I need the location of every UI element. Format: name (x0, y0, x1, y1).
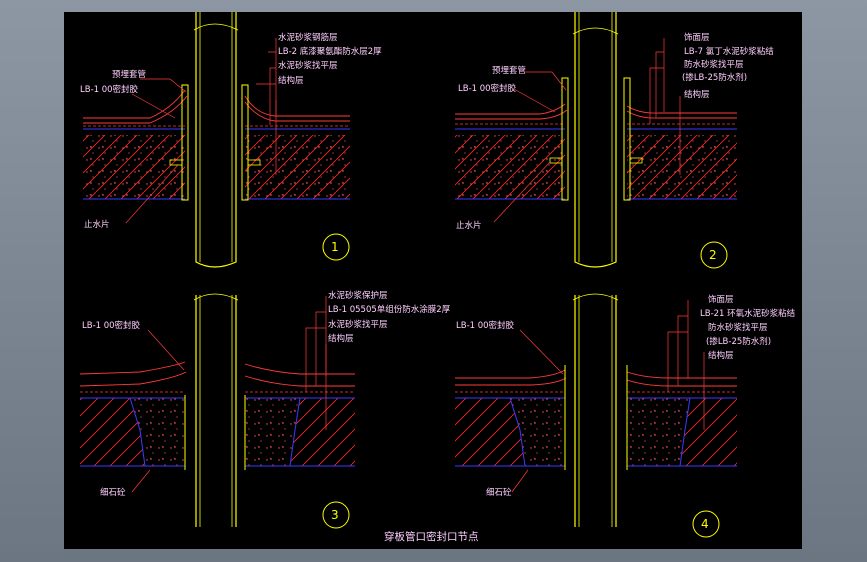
pipe-break (193, 23, 239, 31)
drawing-title: 穿板管口密封口节点 (384, 530, 479, 543)
label-right: (掺LB-25防水剂) (706, 336, 771, 347)
pipe (195, 12, 237, 268)
label-right: 结构层 (684, 89, 710, 100)
slab-dots (455, 135, 565, 199)
pipe-inner (199, 295, 233, 527)
label-right: (掺LB-25防水剂) (682, 72, 747, 83)
finish-layer (626, 371, 737, 387)
label-left: LB-1 00密封胶 (80, 84, 139, 95)
finish-layer (626, 105, 737, 119)
pipe (574, 295, 617, 527)
detail-number: 4 (701, 517, 709, 531)
label-right: 防水砂浆找平层 (708, 322, 768, 333)
label-right: 结构层 (328, 333, 354, 344)
label-right: 结构层 (708, 350, 734, 361)
label-right: 水泥砂浆找平层 (328, 319, 388, 330)
label-left: 止水片 (456, 220, 482, 231)
label-left: 细石砼 (486, 487, 512, 498)
label-left: 细石砼 (100, 487, 126, 498)
detail-3: 3 LB-1 00密封胶 细石砼 水泥砂浆保护层 LB-1 05505单组份防水… (79, 290, 451, 529)
label-right: LB-7 氯丁水泥砂浆粘结 (684, 46, 774, 57)
label-right: LB-2 底漆聚氨酯防水层2厚 (278, 46, 382, 57)
finish-layer (244, 363, 355, 387)
label-left: 止水片 (84, 219, 110, 230)
label-left: LB-1 00密封胶 (458, 83, 517, 94)
detail-2: 2 预埋套管 LB-1 00密封胶 止水片 饰面层 LB-7 氯丁水泥砂浆粘结 … (455, 12, 774, 269)
detail-number: 2 (709, 248, 717, 262)
label-left: 预埋套管 (492, 65, 526, 76)
slab-dots (245, 135, 350, 199)
slab-dots (627, 135, 737, 199)
label-right: 水泥砂浆找平层 (278, 60, 338, 71)
finish-layer (244, 95, 350, 122)
pipe (574, 12, 617, 268)
pipe-inner (578, 12, 613, 262)
pipe-inner (199, 12, 233, 262)
label-right: 饰面层 (708, 294, 734, 305)
label-right: LB-21 环氧水泥砂浆粘结 (700, 308, 795, 319)
label-right: 水泥砂浆钢筋层 (278, 32, 338, 43)
label-right: 水泥砂浆保护层 (328, 290, 388, 301)
detail-number: 1 (331, 240, 339, 254)
label-left: 预埋套管 (112, 69, 146, 80)
detail-number: 3 (331, 508, 339, 522)
label-left: LB-1 00密封胶 (456, 320, 515, 331)
label-right: LB-1 05505单组份防水涂膜2厚 (328, 304, 451, 315)
finish-layer (455, 369, 567, 386)
label-right: 防水砂浆找平层 (684, 59, 744, 70)
pipe-inner (578, 295, 613, 527)
slab-dots (83, 135, 185, 199)
pipe (195, 295, 237, 527)
finish-layer (455, 103, 568, 120)
detail-1: 1 预埋套管 LB-1 00密封胶 止水片 水泥砂浆钢筋层 LB-2 底漆聚氨酯… (80, 12, 382, 268)
finish-layer (79, 361, 187, 387)
label-right: 饰面层 (684, 32, 710, 43)
label-left: LB-1 00密封胶 (82, 320, 141, 331)
cad-drawing: 1 预埋套管 LB-1 00密封胶 止水片 水泥砂浆钢筋层 LB-2 底漆聚氨酯… (79, 12, 795, 543)
label-right: 结构层 (278, 75, 304, 86)
detail-4: 4 LB-1 00密封胶 细石砼 饰面层 LB-21 环氧水泥砂浆粘结 防水砂浆… (455, 293, 795, 538)
fill-concrete (627, 398, 690, 466)
